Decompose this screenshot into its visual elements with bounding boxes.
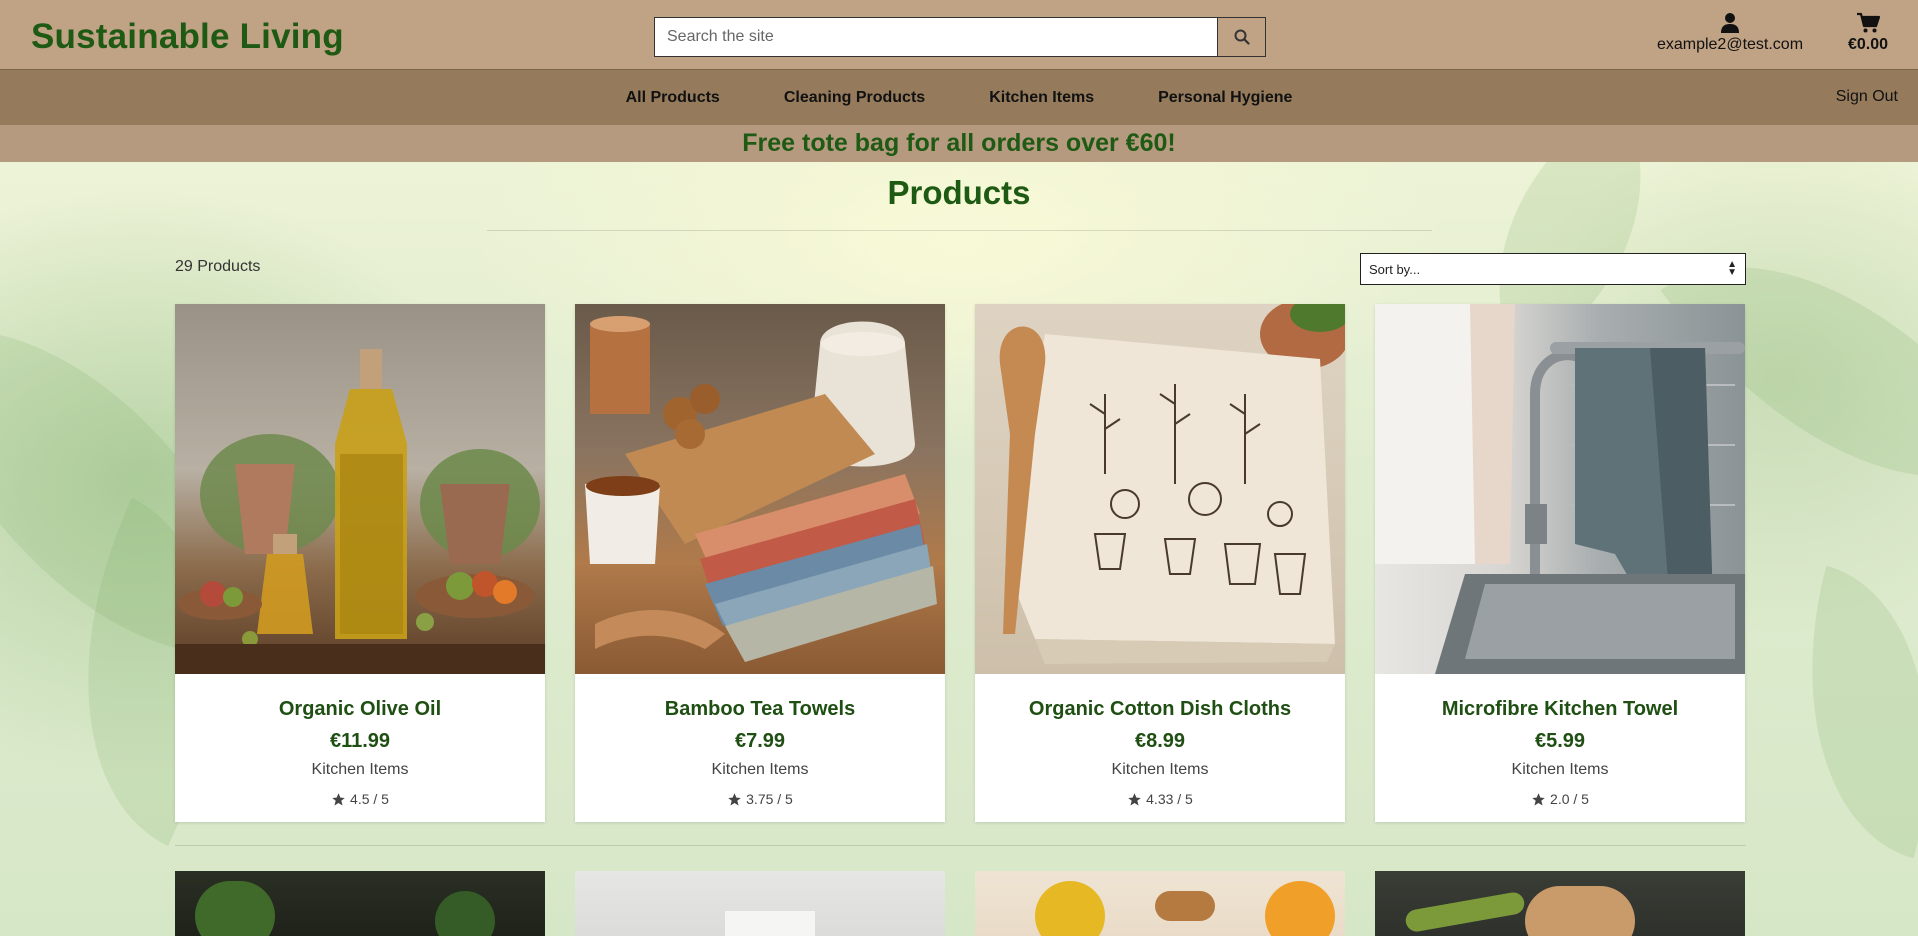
select-arrows-icon: ▲ ▼	[1727, 259, 1737, 278]
cart-icon	[1857, 12, 1880, 33]
site-logo[interactable]: Sustainable Living	[31, 17, 344, 57]
cart-total: €0.00	[1847, 36, 1889, 53]
rating-value: 4.33 / 5	[1146, 791, 1193, 807]
promo-banner: Free tote bag for all orders over €60!	[0, 125, 1918, 162]
product-name[interactable]: Microfibre Kitchen Towel	[1375, 698, 1745, 721]
sort-select[interactable]: Sort by... ▲ ▼	[1360, 253, 1746, 285]
product-rating: 4.5 / 5	[175, 791, 545, 807]
star-icon	[1128, 792, 1141, 805]
account-email: example2@test.com	[1656, 36, 1804, 53]
product-category: Kitchen Items	[311, 761, 409, 778]
product-name[interactable]: Organic Olive Oil	[175, 698, 545, 721]
rating-value: 3.75 / 5	[746, 791, 793, 807]
product-image-detail	[1155, 891, 1215, 921]
product-image[interactable]	[195, 881, 275, 936]
dish-cloths-illustration	[999, 304, 1345, 664]
search-bar	[654, 17, 1266, 57]
product-card[interactable]: Organic Olive Oil €11.99 Kitchen Items 4…	[175, 304, 545, 822]
product-card[interactable]	[1375, 871, 1745, 936]
search-button[interactable]	[1217, 18, 1265, 56]
product-rating: 2.0 / 5	[1375, 791, 1745, 807]
product-price: €8.99	[1134, 730, 1186, 752]
product-card[interactable]	[575, 871, 945, 936]
product-image-detail	[435, 891, 495, 936]
product-card[interactable]: Organic Cotton Dish Cloths €8.99 Kitchen…	[975, 304, 1345, 822]
nav-all-products[interactable]: All Products	[594, 89, 752, 107]
olive-oil-illustration	[175, 349, 545, 674]
product-rating: 4.33 / 5	[975, 791, 1345, 807]
product-image[interactable]	[1035, 881, 1105, 936]
search-icon	[1234, 29, 1250, 45]
product-count: 29 Products	[175, 258, 261, 275]
product-card[interactable]: Microfibre Kitchen Towel €5.99 Kitchen I…	[1375, 304, 1745, 822]
user-icon	[1721, 13, 1739, 33]
divider	[487, 230, 1432, 231]
rating-value: 4.5 / 5	[350, 791, 389, 807]
product-category: Kitchen Items	[711, 761, 809, 778]
product-category: Kitchen Items	[1111, 761, 1209, 778]
product-card[interactable]: Bamboo Tea Towels €7.99 Kitchen Items 3.…	[575, 304, 945, 822]
product-image-detail	[1525, 886, 1635, 936]
star-icon	[332, 792, 345, 805]
sign-out-link[interactable]: Sign Out	[1836, 88, 1898, 106]
product-rating: 3.75 / 5	[575, 791, 945, 807]
site-header: Sustainable Living example2@test.com €0.…	[0, 0, 1918, 69]
sort-select-value: Sort by...	[1369, 261, 1421, 277]
product-image[interactable]	[575, 304, 945, 674]
tea-towels-illustration	[585, 316, 937, 662]
product-image[interactable]	[1404, 890, 1526, 934]
product-image-detail	[1265, 881, 1335, 936]
product-image[interactable]	[1375, 304, 1745, 674]
product-name[interactable]: Bamboo Tea Towels	[575, 698, 945, 721]
search-input[interactable]	[655, 18, 1217, 56]
product-price: €5.99	[1534, 730, 1586, 752]
star-icon	[1532, 792, 1545, 805]
product-image[interactable]	[725, 911, 815, 936]
products-page: Products 29 Products Sort by... ▲ ▼ Orga…	[0, 162, 1918, 936]
account-link[interactable]: example2@test.com	[1650, 12, 1810, 54]
product-price: €11.99	[329, 730, 391, 752]
page-title: Products	[887, 174, 1031, 211]
divider	[175, 845, 1746, 846]
product-price: €7.99	[734, 730, 786, 752]
main-nav: All Products Cleaning Products Kitchen I…	[0, 69, 1918, 125]
product-image[interactable]	[175, 304, 545, 674]
cart-link[interactable]: €0.00	[1838, 12, 1898, 54]
product-card[interactable]	[975, 871, 1345, 936]
product-image[interactable]	[975, 304, 1345, 674]
nav-kitchen-items[interactable]: Kitchen Items	[957, 89, 1126, 107]
product-card[interactable]	[175, 871, 545, 936]
nav-cleaning-products[interactable]: Cleaning Products	[752, 89, 957, 107]
background-leaf	[1759, 565, 1918, 859]
rating-value: 2.0 / 5	[1550, 791, 1589, 807]
nav-personal-hygiene[interactable]: Personal Hygiene	[1126, 89, 1324, 107]
product-category: Kitchen Items	[1511, 761, 1609, 778]
kitchen-towel-illustration	[1375, 304, 1745, 674]
product-name[interactable]: Organic Cotton Dish Cloths	[975, 698, 1345, 721]
star-icon	[728, 792, 741, 805]
